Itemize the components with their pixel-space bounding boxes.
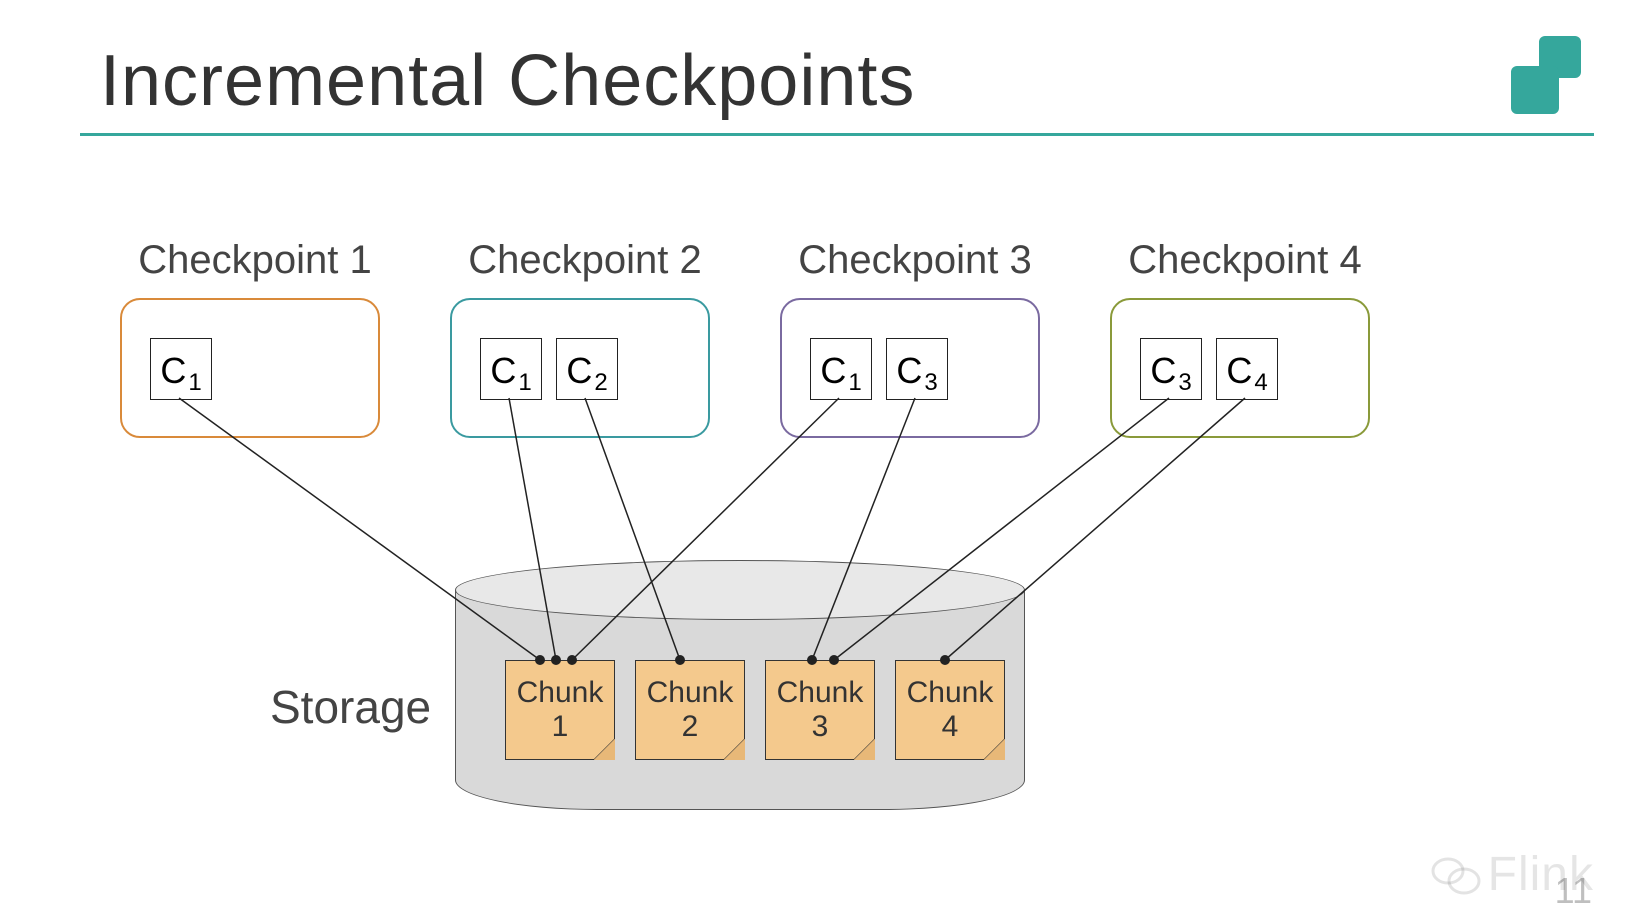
checkpoint-3-ref-1: C1 — [810, 338, 872, 400]
checkpoint-3-ref-2: C3 — [886, 338, 948, 400]
checkpoint-1-ref-1: C1 — [150, 338, 212, 400]
diagram: Checkpoint 1 C1 Checkpoint 2 C1 C2 Check… — [0, 0, 1644, 924]
storage-label: Storage — [270, 680, 431, 734]
checkpoint-1-label: Checkpoint 1 — [120, 238, 390, 283]
checkpoint-2-box: C1 C2 — [450, 298, 710, 438]
checkpoint-4-box: C3 C4 — [1110, 298, 1370, 438]
checkpoint-2-ref-1: C1 — [480, 338, 542, 400]
page-number: 11 — [1555, 870, 1592, 912]
checkpoint-3-label: Checkpoint 3 — [780, 238, 1050, 283]
checkpoint-2-label: Checkpoint 2 — [450, 238, 720, 283]
chunk-4: Chunk 4 — [895, 660, 1005, 760]
chat-icon — [1430, 853, 1482, 897]
chunk-2: Chunk 2 — [635, 660, 745, 760]
checkpoint-4-ref-1: C3 — [1140, 338, 1202, 400]
checkpoint-2-ref-2: C2 — [556, 338, 618, 400]
checkpoint-1-box: C1 — [120, 298, 380, 438]
checkpoint-3-box: C1 C3 — [780, 298, 1040, 438]
chunk-1: Chunk 1 — [505, 660, 615, 760]
chunk-3: Chunk 3 — [765, 660, 875, 760]
checkpoint-4-label: Checkpoint 4 — [1110, 238, 1380, 283]
checkpoint-4-ref-2: C4 — [1216, 338, 1278, 400]
